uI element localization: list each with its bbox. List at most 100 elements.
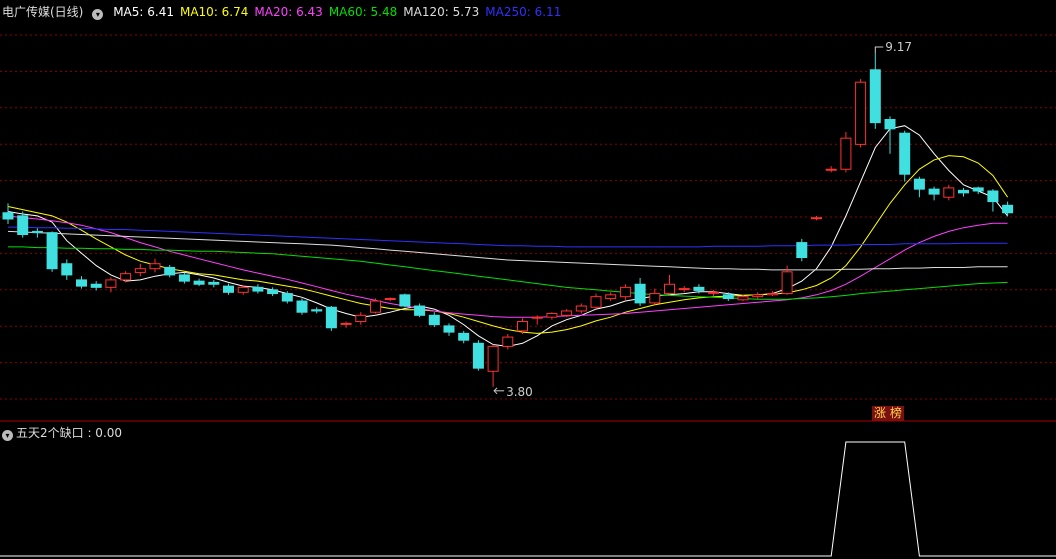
- candle[interactable]: [943, 184, 955, 201]
- candle[interactable]: [928, 186, 940, 201]
- candle[interactable]: [899, 130, 911, 182]
- candle[interactable]: [105, 277, 117, 293]
- candle-body: [928, 188, 940, 195]
- candle-body: [649, 293, 661, 304]
- candle-body: [840, 137, 852, 170]
- candle[interactable]: [76, 276, 87, 289]
- candle[interactable]: [987, 189, 999, 212]
- candle-body: [61, 263, 73, 276]
- candle[interactable]: [825, 166, 837, 173]
- candle-body: [443, 325, 455, 333]
- candle[interactable]: [458, 330, 470, 344]
- candle[interactable]: [208, 279, 220, 288]
- ma-legend-items: MA5: 6.41 MA10: 6.74 MA20: 6.43 MA60: 5.48 M…: [113, 5, 567, 19]
- candle-body: [752, 294, 764, 298]
- candle[interactable]: [796, 238, 808, 262]
- candle[interactable]: [355, 312, 367, 325]
- candle[interactable]: [311, 307, 323, 314]
- candle-body: [2, 212, 14, 220]
- dropdown-icon[interactable]: ▾: [92, 9, 104, 20]
- indicator-dropdown-icon[interactable]: ▾: [2, 430, 13, 441]
- candle[interactable]: [90, 281, 102, 291]
- candle[interactable]: [61, 259, 73, 280]
- candle[interactable]: [766, 291, 778, 297]
- candle-body: [311, 309, 323, 312]
- candle[interactable]: [546, 312, 558, 320]
- candle[interactable]: [752, 292, 764, 299]
- candle[interactable]: [178, 272, 190, 284]
- candle-body: [781, 271, 793, 295]
- candle[interactable]: [134, 263, 146, 277]
- candle[interactable]: [678, 286, 690, 293]
- candle-body: [575, 305, 587, 312]
- candle-body: [428, 314, 440, 326]
- candle-body: [605, 294, 617, 300]
- candle[interactable]: [296, 298, 308, 315]
- grid-lines: [0, 34, 1056, 400]
- candle[interactable]: [1002, 201, 1014, 217]
- candle[interactable]: [384, 297, 396, 302]
- candle[interactable]: [502, 333, 514, 350]
- candle[interactable]: [223, 283, 234, 295]
- candle[interactable]: [267, 287, 279, 297]
- candle[interactable]: [708, 289, 720, 297]
- candle-body: [414, 305, 426, 316]
- candle[interactable]: [487, 344, 499, 387]
- candle[interactable]: [428, 312, 440, 328]
- candle-body: [766, 293, 778, 296]
- candle[interactable]: [414, 303, 426, 318]
- candle[interactable]: [164, 264, 176, 278]
- candle[interactable]: [17, 211, 29, 238]
- candle-body: [884, 119, 896, 130]
- candle[interactable]: [855, 79, 867, 148]
- high-marker: [874, 46, 884, 53]
- candle-body: [237, 286, 249, 293]
- candle[interactable]: [575, 303, 587, 314]
- candle-body: [31, 230, 43, 234]
- candle[interactable]: [149, 258, 161, 273]
- candle[interactable]: [325, 306, 337, 331]
- candle[interactable]: [46, 231, 58, 272]
- candle-body: [208, 281, 220, 285]
- candle[interactable]: [399, 293, 411, 308]
- indicator-panel: [0, 441, 1056, 557]
- ma250-line: [8, 226, 1008, 248]
- candle-body: [76, 279, 87, 287]
- candle-body: [296, 300, 308, 313]
- candlesticks[interactable]: [2, 53, 1014, 387]
- candle[interactable]: [649, 288, 661, 305]
- candle-body: [987, 190, 999, 203]
- candle[interactable]: [370, 298, 381, 314]
- candle[interactable]: [840, 131, 852, 173]
- candle[interactable]: [884, 116, 896, 154]
- candle-body: [972, 187, 984, 192]
- price-chart[interactable]: 9.17 3.80: [0, 0, 1056, 559]
- candle-body: [384, 298, 396, 301]
- candle[interactable]: [664, 274, 675, 295]
- candle[interactable]: [340, 321, 352, 328]
- candle[interactable]: [605, 292, 617, 302]
- candle-body: [869, 69, 881, 124]
- candle[interactable]: [913, 176, 925, 198]
- candle[interactable]: [443, 323, 455, 336]
- candle[interactable]: [2, 203, 14, 224]
- candle[interactable]: [252, 284, 264, 294]
- candle-body: [708, 291, 720, 294]
- candle[interactable]: [634, 278, 646, 306]
- candle-body: [811, 217, 822, 220]
- candle[interactable]: [590, 293, 602, 310]
- candle[interactable]: [531, 315, 543, 325]
- candle-body: [399, 294, 411, 307]
- candle-body: [899, 132, 911, 175]
- candle[interactable]: [193, 278, 205, 287]
- candle[interactable]: [869, 53, 881, 129]
- candle-body: [722, 294, 734, 300]
- candle-body: [267, 289, 279, 295]
- ma-legend-item: MA250: 6.11: [485, 5, 562, 19]
- candle-body: [825, 168, 837, 171]
- candle[interactable]: [958, 187, 969, 197]
- candle[interactable]: [619, 284, 631, 300]
- candle-body: [90, 283, 102, 288]
- candle[interactable]: [31, 228, 43, 238]
- candle[interactable]: [472, 340, 484, 371]
